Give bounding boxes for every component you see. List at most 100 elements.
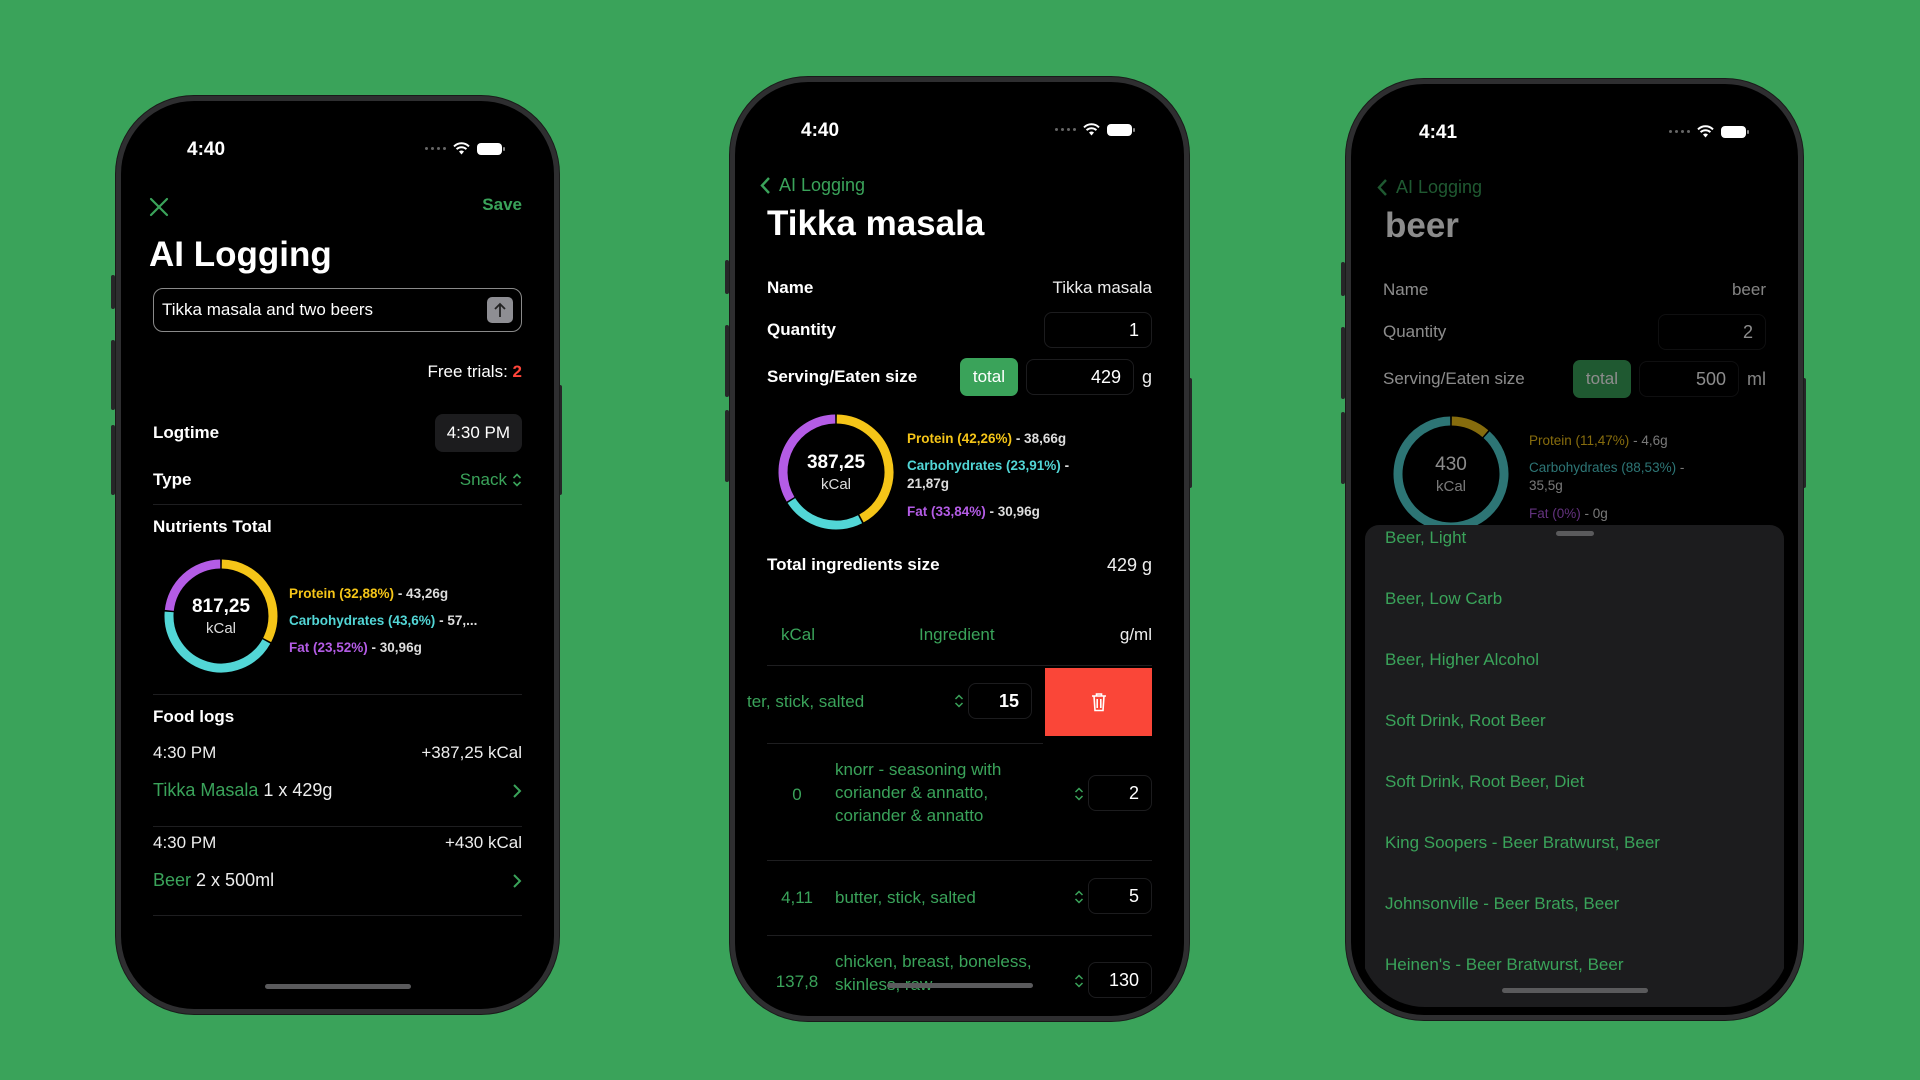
type-value: Snack [459, 470, 507, 489]
signal-dots-icon [425, 147, 446, 150]
total-size-value: 429 g [1106, 554, 1152, 575]
suggestion-item[interactable]: Beer, Light [1385, 528, 1466, 548]
ingredient-kcal: 137,8 [775, 972, 819, 991]
status-time: 4:40 [801, 120, 840, 141]
name-value[interactable]: Tikka masala [1052, 278, 1152, 298]
food-log-kcal: +387,25 kCal [421, 743, 522, 762]
nutrients-legend: Protein (42,26%) - 38,66g Carbohydrates … [907, 430, 1097, 530]
suggestion-item[interactable]: Beer, Low Carb [1385, 589, 1502, 609]
food-logs-label: Food logs [153, 707, 235, 726]
chevron-up-down-icon [512, 473, 522, 487]
ingredient-name: chicken, breast, boneless, skinless, raw [835, 952, 1032, 994]
nutrients-donut: 387,25 kCal [776, 412, 896, 532]
ingredient-kcal: 4,11 [781, 888, 813, 907]
legend-carbohydrates: Carbohydrates (43,6%) - 57,... [289, 613, 478, 629]
logtime-label: Logtime [153, 423, 220, 442]
food-log-item[interactable]: 4:30 PM +430 kCal Beer 2 x 500ml [153, 833, 522, 913]
stepper-icon[interactable] [1074, 890, 1084, 904]
total-size-row: Total ingredients size 429 g [767, 550, 1152, 580]
divider [153, 694, 522, 695]
divider [153, 504, 522, 505]
food-log-item[interactable]: 4:30 PM +387,25 kCal Tikka Masala 1 x 42… [153, 743, 522, 823]
suggestion-item[interactable]: Soft Drink, Root Beer [1385, 711, 1546, 731]
divider [767, 743, 1043, 744]
back-label: AI Logging [1396, 177, 1483, 197]
ingredient-amount-input[interactable]: 130 [1088, 962, 1152, 998]
stepper-icon[interactable] [1074, 787, 1084, 801]
ingredient-row[interactable]: 0 knorr - seasoning with coriander & ann… [767, 758, 1152, 838]
kcal-unit: kCal [205, 619, 236, 637]
food-log-time: 4:30 PM [153, 833, 217, 852]
battery-icon [1721, 125, 1749, 138]
serving-size-input[interactable]: 429 [1025, 359, 1134, 395]
battery-icon [477, 142, 505, 155]
logtime-picker[interactable]: 4:30 PM [434, 414, 522, 452]
beer-detail-screen: 4:41 AI Logging beer Name beer Quantity … [1359, 92, 1790, 1007]
serving-unit: ml [1747, 368, 1766, 389]
sheet-grabber[interactable] [1555, 531, 1594, 536]
recipe-detail-screen: 4:40 AI Logging Tikka masala Name Tikka … [743, 90, 1176, 1008]
serving-size-input[interactable]: 500 [1639, 361, 1739, 397]
ingredients-table-header: kCal Ingredient g/ml [767, 625, 1152, 655]
delete-button[interactable] [1045, 668, 1152, 736]
divider [767, 860, 1152, 861]
stepper-icon[interactable] [1074, 974, 1084, 988]
suggestion-item[interactable]: King Soopers - Beer Bratwurst, Beer [1385, 833, 1660, 853]
ingredient-amount-input[interactable]: 5 [1088, 878, 1152, 914]
serving-mode-chip[interactable]: total [959, 358, 1018, 396]
ai-logging-screen: 4:40 Save AI Logging Tikka masala and tw… [129, 109, 546, 1001]
food-log-name: Beer [153, 870, 192, 890]
header-ingredient: Ingredient [919, 625, 995, 644]
nutrients-legend: Protein (11,47%) - 4,6g Carbohydrates (8… [1529, 432, 1719, 532]
chevron-left-icon [760, 177, 770, 194]
legend-carbohydrates: Carbohydrates (88,53%) - 35,5g [1529, 460, 1685, 494]
signal-dots-icon [1055, 128, 1076, 131]
phone-2-action-button [725, 260, 729, 294]
serving-row: Serving/Eaten size total 429 g [767, 357, 1152, 397]
phone-1-action-button [111, 275, 115, 309]
suggestion-item[interactable]: Beer, Higher Alcohol [1385, 650, 1539, 670]
close-icon[interactable] [149, 197, 169, 217]
name-row: Name beer [1383, 275, 1766, 305]
nutrients-donut: 430 kCal [1391, 414, 1511, 534]
divider [153, 826, 522, 827]
ingredient-amount-input[interactable]: 2 [1088, 775, 1152, 811]
signal-dots-icon [1669, 130, 1690, 133]
phone-1-volume-down-button [111, 425, 115, 495]
legend-protein: Protein (42,26%) - 38,66g [907, 431, 1067, 446]
quantity-input[interactable]: 2 [1658, 314, 1766, 350]
serving-mode-chip[interactable]: total [1572, 360, 1631, 398]
serving-unit: g [1141, 366, 1152, 387]
name-value[interactable]: beer [1732, 280, 1766, 300]
save-button[interactable]: Save [482, 195, 522, 215]
quantity-label: Quantity [1383, 322, 1447, 341]
food-log-kcal: +430 kCal [444, 833, 522, 852]
ingredient-name: knorr - seasoning with coriander & annat… [835, 760, 1002, 825]
status-bar: 4:40 [743, 90, 1176, 150]
divider [767, 935, 1152, 936]
ingredient-row-swiped[interactable]: ter, stick, salted 15 [743, 668, 1152, 736]
total-size-label: Total ingredients size [767, 555, 940, 574]
suggestion-item[interactable]: Soft Drink, Root Beer, Diet [1385, 772, 1584, 792]
quantity-row: Quantity 2 [1383, 313, 1766, 351]
back-button[interactable]: AI Logging [760, 175, 865, 196]
suggestions-sheet: Beer, Light Beer, Low Carb Beer, Higher Al… [1365, 525, 1784, 1007]
suggestion-item[interactable]: Heinen's - Beer Bratwurst, Beer [1385, 955, 1624, 975]
type-picker[interactable]: Snack [460, 470, 522, 490]
name-label: Name [1383, 280, 1429, 299]
prompt-input[interactable]: Tikka masala and two beers [153, 288, 522, 332]
submit-prompt-button[interactable] [487, 297, 513, 323]
phone-1: 4:40 Save AI Logging Tikka masala and tw… [116, 96, 559, 1014]
nutrients-total-label: Nutrients Total [153, 517, 272, 536]
back-button[interactable]: AI Logging [1377, 177, 1482, 198]
quantity-input[interactable]: 1 [1044, 312, 1152, 348]
home-indicator [264, 984, 411, 989]
ingredient-row[interactable]: 4,11 butter, stick, salted 5 [767, 870, 1152, 930]
nutrients-legend: Protein (32,88%) - 43,26g Carbohydrates … [289, 585, 477, 667]
ingredient-amount-input[interactable]: 15 [968, 683, 1032, 719]
suggestion-item[interactable]: Johnsonville - Beer Brats, Beer [1385, 894, 1619, 914]
legend-fat: Fat (33,84%) - 30,96g [907, 503, 1040, 519]
ingredient-row[interactable]: 137,8 chicken, breast, boneless, skinles… [767, 950, 1152, 1008]
stepper-icon[interactable] [954, 694, 964, 708]
legend-carbohydrates: Carbohydrates (23,91%) - 21,87g [907, 458, 1070, 492]
